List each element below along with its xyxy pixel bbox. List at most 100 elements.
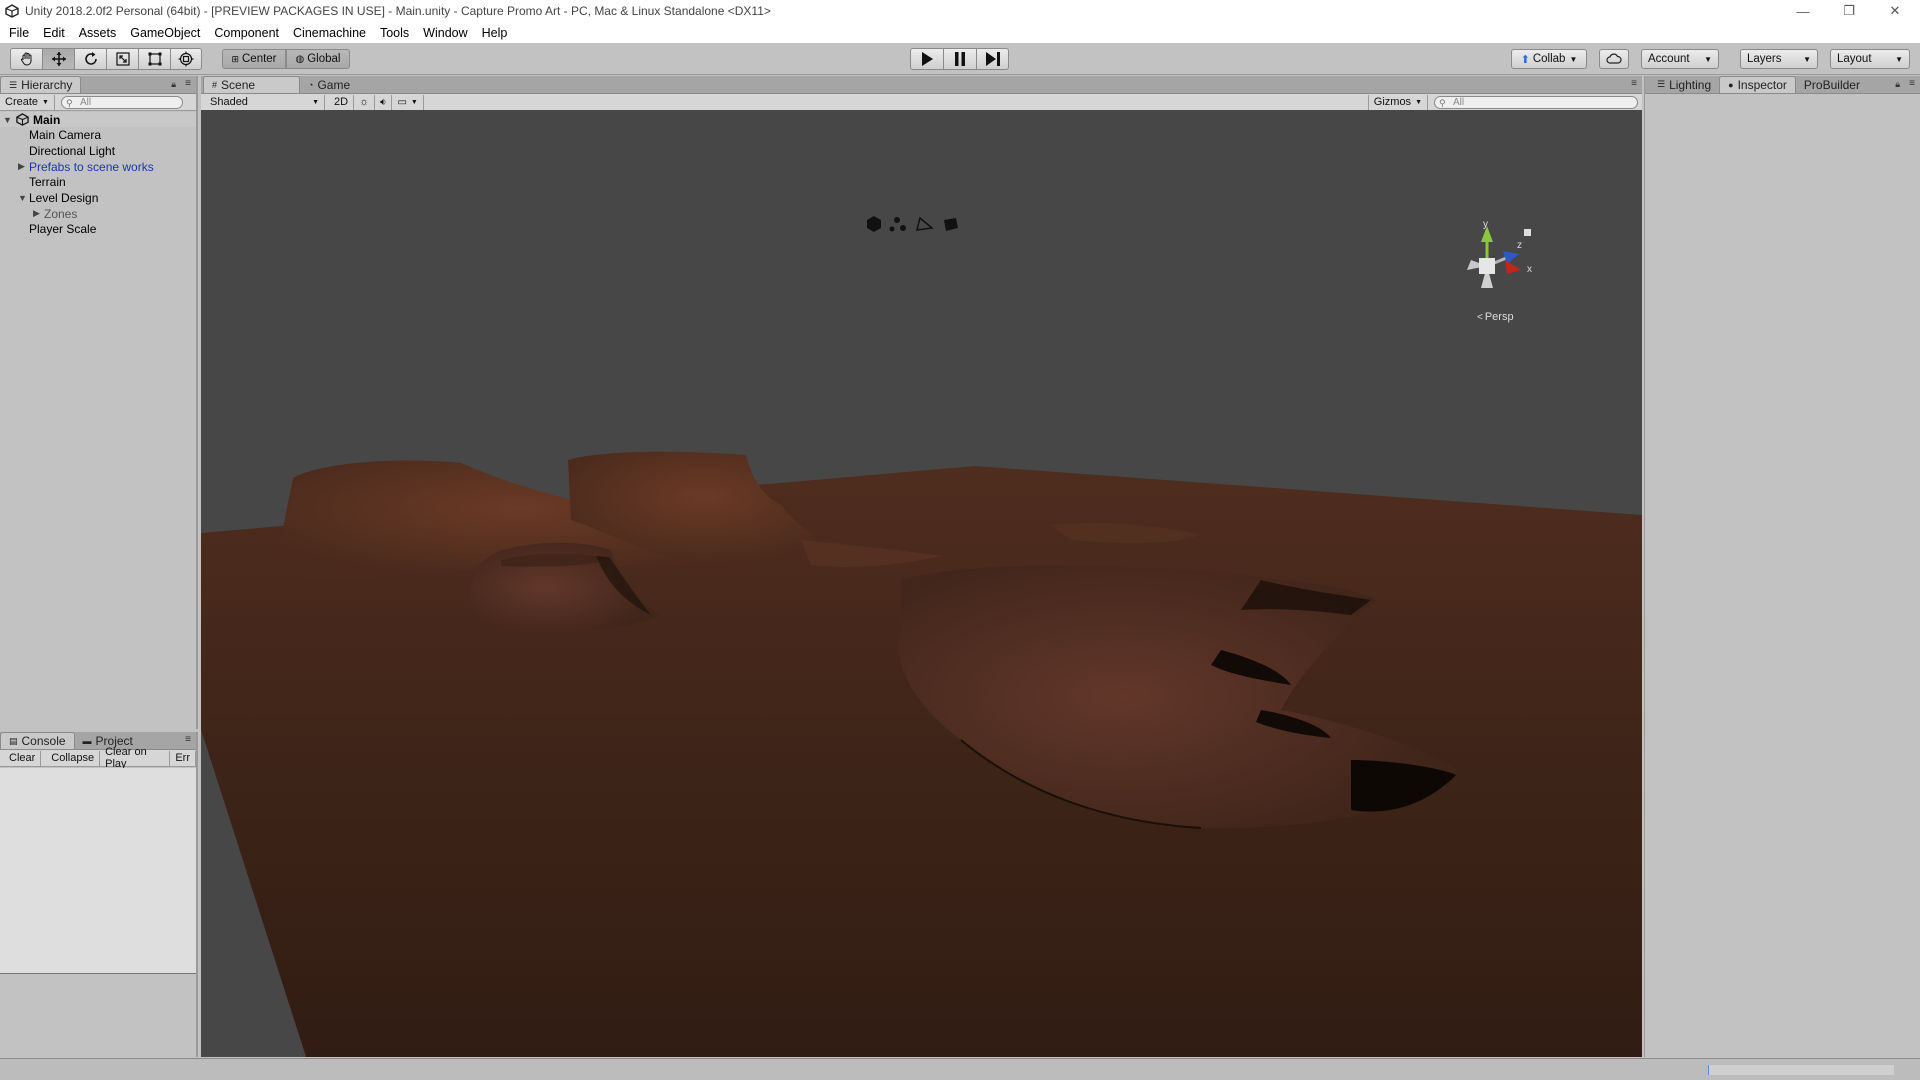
hierarchy-item[interactable]: Terrain <box>0 175 196 190</box>
gizmos-dropdown[interactable]: Gizmos ▼ <box>1367 94 1428 110</box>
terrain-render <box>201 110 1642 1057</box>
pause-button[interactable] <box>943 48 976 70</box>
rotate-tool-button[interactable] <box>74 48 106 70</box>
chevron-down-icon: ▼ <box>1569 54 1578 64</box>
tab-game[interactable]: ◔ Game <box>300 76 358 93</box>
account-dropdown[interactable]: Account ▼ <box>1641 49 1719 69</box>
menu-cinemachine[interactable]: Cinemachine <box>286 26 373 40</box>
unity-logo-icon <box>5 4 19 18</box>
move-icon <box>51 52 66 66</box>
collab-dropdown[interactable]: ⬆ Collab ▼ <box>1511 49 1587 69</box>
menu-gameobject[interactable]: GameObject <box>123 26 207 40</box>
toggle-2d-button[interactable]: 2D <box>329 94 355 110</box>
lock-icon[interactable]: 🔒︎ <box>171 79 176 90</box>
console-clear-button[interactable]: Clear <box>4 750 42 766</box>
folder-icon: ▬ <box>82 735 92 746</box>
tab-hierarchy-label: Hierarchy <box>21 78 73 92</box>
axis-z-label: z <box>1517 240 1522 251</box>
scene-lighting-toggle[interactable]: ☼ <box>354 94 376 110</box>
close-button[interactable]: ✕ <box>1872 0 1918 22</box>
play-button[interactable] <box>910 48 943 70</box>
create-dropdown[interactable]: Create ▼ <box>0 94 55 110</box>
panel-menu-icon[interactable]: ≡ <box>1631 78 1637 89</box>
menu-component[interactable]: Component <box>207 26 286 40</box>
rect-tool-button[interactable] <box>138 48 170 70</box>
layout-dropdown[interactable]: Layout ▼ <box>1830 49 1910 69</box>
scene-name-label: Main <box>33 112 61 127</box>
scene-search-input[interactable]: ⚲ All <box>1434 95 1638 109</box>
panel-menu-icon[interactable]: ≡ <box>185 734 191 745</box>
hierarchy-item-label: Prefabs to scene works <box>29 159 154 174</box>
pivot-center-toggle[interactable]: ⊞ Center <box>222 49 286 69</box>
scale-icon <box>115 52 130 66</box>
collab-label: Collab <box>1532 53 1566 65</box>
scene-audio-toggle[interactable]: 🔉︎ <box>375 94 393 110</box>
menu-file[interactable]: File <box>2 26 36 40</box>
hierarchy-item[interactable]: ▼ Level Design <box>0 191 196 206</box>
tab-lighting[interactable]: ☰ Lighting <box>1649 76 1719 93</box>
menu-help[interactable]: Help <box>475 26 515 40</box>
inspector-panel: ☰ Lighting ● Inspector ProBuilder 🔒︎ ≡ <box>1644 76 1920 1057</box>
scene-root-main[interactable]: ▼ Main <box>0 112 196 127</box>
space-global-toggle[interactable]: ◍ Global <box>286 49 350 69</box>
hierarchy-item[interactable]: ▶ Prefabs to scene works <box>0 159 196 174</box>
search-icon: ⚲ <box>65 97 73 108</box>
hierarchy-item[interactable]: Directional Light <box>0 143 196 158</box>
expand-arrow-icon[interactable]: ▶ <box>18 161 25 172</box>
lock-icon[interactable]: 🔒︎ <box>1895 79 1900 90</box>
console-collapse-button[interactable]: Collapse <box>46 750 101 766</box>
pause-icon <box>955 52 965 66</box>
tab-console[interactable]: ▤ Console <box>0 732 75 749</box>
minimize-button[interactable]: — <box>1780 0 1826 22</box>
search-icon: ⚲ <box>1439 97 1446 108</box>
scene-viewport[interactable]: y z x < Persp <box>201 110 1642 1057</box>
title-bar: Unity 2018.2.0f2 Personal (64bit) - [PRE… <box>0 0 1920 22</box>
cloud-button[interactable] <box>1599 49 1629 69</box>
panel-menu-icon[interactable]: ≡ <box>185 78 191 89</box>
space-global-label: Global <box>307 53 341 65</box>
hierarchy-item[interactable]: Player Scale <box>0 222 196 237</box>
menu-edit[interactable]: Edit <box>36 26 72 40</box>
expand-arrow-icon[interactable]: ▶ <box>33 208 40 219</box>
scale-tool-button[interactable] <box>106 48 138 70</box>
image-icon: ▭ <box>397 96 407 108</box>
tab-inspector[interactable]: ● Inspector <box>1719 76 1796 93</box>
chevron-down-icon: ▼ <box>312 98 319 106</box>
chevron-down-icon: ▼ <box>1803 54 1811 64</box>
pacman-icon: ◔ <box>308 79 314 90</box>
hand-tool-button[interactable] <box>10 48 42 70</box>
window-title: Unity 2018.2.0f2 Personal (64bit) - [PRE… <box>25 4 771 18</box>
draw-mode-label: Shaded <box>210 96 248 108</box>
perspective-icon: < <box>1477 311 1483 323</box>
panel-menu-icon[interactable]: ≡ <box>1909 78 1915 89</box>
hierarchy-item[interactable]: ▶ Zones <box>0 206 196 221</box>
console-log-area[interactable] <box>0 768 196 974</box>
cloud-icon <box>1606 53 1622 64</box>
menu-tools[interactable]: Tools <box>373 26 416 40</box>
draw-mode-dropdown[interactable]: Shaded ▼ <box>205 94 325 110</box>
console-clear-on-play-button[interactable]: Clear on Play <box>100 746 171 770</box>
tab-hierarchy[interactable]: ☰ Hierarchy <box>0 76 82 93</box>
step-icon <box>985 52 1000 66</box>
console-error-pause-button[interactable]: Err <box>170 750 196 766</box>
step-button[interactable] <box>976 48 1009 70</box>
move-tool-button[interactable] <box>42 48 74 70</box>
maximize-button[interactable]: ❐ <box>1826 0 1872 22</box>
menu-assets[interactable]: Assets <box>72 26 124 40</box>
hierarchy-item[interactable]: Main Camera <box>0 128 196 143</box>
tab-scene[interactable]: # Scene <box>203 76 300 93</box>
console-icon: ▤ <box>9 735 18 746</box>
tab-probuilder[interactable]: ProBuilder <box>1796 76 1868 93</box>
chevron-down-icon: ▼ <box>42 98 49 106</box>
console-toolbar: Clear Collapse Clear on Play Err <box>0 746 196 770</box>
layers-dropdown[interactable]: Layers ▼ <box>1740 49 1818 69</box>
hierarchy-search-input[interactable]: ⚲ All <box>60 95 183 109</box>
scene-effects-dropdown[interactable]: ▭ ▼ <box>392 94 424 110</box>
expand-arrow-icon[interactable]: ▼ <box>3 115 12 125</box>
collapse-arrow-icon[interactable]: ▼ <box>18 193 27 203</box>
universal-transform-icon <box>178 51 194 67</box>
projection-toggle[interactable]: < Persp <box>1477 311 1514 323</box>
progress-bar <box>1708 1065 1894 1075</box>
transform-tool-button[interactable] <box>170 48 202 70</box>
menu-window[interactable]: Window <box>416 26 474 40</box>
